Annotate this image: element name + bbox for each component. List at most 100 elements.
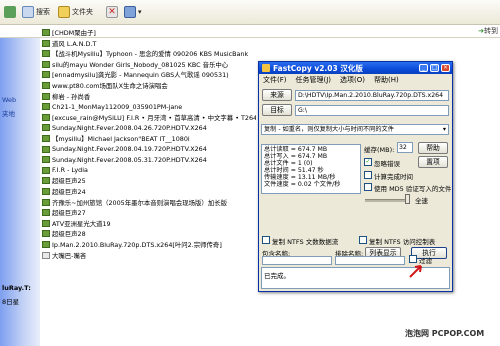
speed-slider-thumb[interactable] xyxy=(405,194,410,204)
file-name: 道风 L.A.N.D.T xyxy=(52,39,97,48)
search-button[interactable]: 搜索 xyxy=(22,4,50,19)
left-pane-text-2[interactable]: 夹地 xyxy=(2,108,15,118)
app-icon xyxy=(262,64,270,72)
go-button[interactable]: ➔转到 xyxy=(478,26,498,36)
file-name: 超级巨声25 xyxy=(52,177,86,186)
file-list-item[interactable]: 柳岩 - 孙尚香 xyxy=(42,92,256,101)
file-list-item[interactable]: Ip.Man.2.2010.BluRay.720p.DTS.x264[叶问2.宗… xyxy=(42,240,256,249)
file-name: www.pt80.com场面队X生命之诗演唱会 xyxy=(52,82,168,90)
details-text-2: 8日星 xyxy=(2,298,20,306)
video-folder-icon xyxy=(42,241,50,248)
ntfs-stream-checkbox[interactable] xyxy=(262,236,270,244)
video-folder-icon xyxy=(42,135,50,142)
file-list-item[interactable]: Sunday.Night.Fever.2008.05.31.720P.HDTV.… xyxy=(42,155,256,164)
menu-file[interactable]: 文件(F) xyxy=(263,75,287,85)
ntfs-acl-checkbox[interactable] xyxy=(359,236,367,244)
file-list-item[interactable]: 超级巨声27 xyxy=(42,208,256,217)
move-to-button[interactable]: ✕ xyxy=(106,4,118,19)
file-name: ATV亚洲星光大道19 xyxy=(52,219,111,228)
filter-checkbox[interactable] xyxy=(409,255,417,263)
video-folder-icon xyxy=(42,166,50,174)
ignore-errors-checkbox[interactable]: ✓ xyxy=(364,158,372,166)
file-name: 大嘴巴-嘴吝 xyxy=(52,251,87,260)
info-read: 总计读取 = 674.7 MB xyxy=(264,146,328,153)
video-folder-icon xyxy=(42,177,50,185)
left-pane-text-1[interactable]: Web xyxy=(2,96,16,104)
file-name: 齐豫乐~加州旅馆（2005年墨尔本音则演唱会现场版）加长版 xyxy=(52,198,227,207)
file-list-item[interactable]: 齐豫乐~加州旅馆（2005年墨尔本音则演唱会现场版）加长版 xyxy=(42,198,256,207)
folders-button[interactable]: 文件夹 xyxy=(58,4,93,19)
file-list-item[interactable]: Ch21-1_MonMay112009_035901PM-jane xyxy=(42,102,256,111)
help-button[interactable]: 帮助 xyxy=(418,142,448,154)
estimate-label: 计算完成时间 xyxy=(374,173,413,181)
watermark: 泡泡网 PCPOP.COM xyxy=(405,329,485,338)
buffer-size-field[interactable]: 32 xyxy=(397,142,413,153)
file-name: Ch21-1_MonMay112009_035901PM-jane xyxy=(52,102,183,111)
menu-job[interactable]: 任务管理(J) xyxy=(296,75,332,85)
file-name: Ip.Man.2.2010.BluRay.720p.DTS.x264[叶问2.宗… xyxy=(52,241,222,249)
close-button[interactable]: × xyxy=(441,64,450,72)
explorer-toolbar: 搜索 文件夹 ✕ ▾ xyxy=(0,0,500,25)
file-list-item[interactable]: Sunday.Night.Fever.2008.04.26.720P.HDTV.… xyxy=(42,123,256,132)
menu-options[interactable]: 选项(O) xyxy=(340,75,365,85)
video-folder-icon xyxy=(42,103,50,111)
file-list-item[interactable]: 道风 L.A.N.D.T xyxy=(42,39,256,48)
exclude-field[interactable] xyxy=(335,256,405,265)
back-button[interactable] xyxy=(4,4,16,19)
file-list-item[interactable]: 【mysiliu】Michael Jackson"BEAT IT__1080i xyxy=(42,134,256,143)
views-button[interactable]: ▾ xyxy=(124,4,142,19)
speed-slider-track[interactable] xyxy=(365,199,409,202)
file-list-item[interactable]: Sunday.Night.Fever.2008.04.19.720P.HDTV.… xyxy=(42,145,256,154)
video-folder-icon xyxy=(42,92,50,100)
md5-verify-checkbox[interactable] xyxy=(364,183,372,191)
views-icon xyxy=(124,5,136,18)
minimize-button[interactable]: _ xyxy=(419,64,428,72)
ntfs-acl-label: 复制 NTFS 访问控制表 xyxy=(369,238,436,246)
file-name: silu的mayu Wonder Girls_Nobody_081025 KBC… xyxy=(52,60,229,69)
video-folder-icon xyxy=(42,209,50,217)
details-text-1: luRay.T: xyxy=(2,284,31,292)
folder-icon xyxy=(58,5,70,18)
estimate-checkbox[interactable] xyxy=(364,171,372,179)
file-list-item[interactable]: [ennadmysilu]龚光影 - Mannequin GBS人气歌谣 090… xyxy=(42,70,256,79)
video-folder-icon xyxy=(42,230,50,238)
window-title: FastCopy v2.03 汉化版 xyxy=(273,64,363,73)
maximize-button[interactable]: □ xyxy=(430,64,439,72)
file-list-item[interactable]: 大嘴巴-嘴吝 xyxy=(42,251,256,260)
status-text: 已完成。 xyxy=(264,272,290,280)
source-path-field[interactable]: D:\HDTV\Ip.Man.2.2010.BluRay.720p.DTS.x2… xyxy=(295,90,449,101)
file-list-item[interactable]: 超级巨声25 xyxy=(42,176,256,185)
file-list-item[interactable]: ATV亚洲星光大道19 xyxy=(42,219,256,228)
title-bar[interactable]: FastCopy v2.03 汉化版 _ □ × xyxy=(259,62,452,74)
file-name: F.I.R - Lydia xyxy=(52,166,88,175)
file-list-item[interactable]: [excuse_rain@MySiLU] F.I.R • 月牙湾 • 首草高清 … xyxy=(42,113,256,122)
file-list-item[interactable]: 【战斗机Mysiliu】Typhoon - 思念的爱情 090206 KBS M… xyxy=(42,49,256,58)
video-folder-icon xyxy=(42,198,50,206)
file-name: [ennadmysilu]龚光影 - Mannequin GBS人气歌谣 090… xyxy=(52,71,229,80)
include-field[interactable] xyxy=(262,256,332,265)
target-button[interactable]: 目标 xyxy=(262,104,292,116)
menu-help[interactable]: 帮助(H) xyxy=(374,75,399,85)
search-label: 搜索 xyxy=(36,7,50,16)
file-list-item[interactable]: [CHDM聚由子] xyxy=(42,28,256,37)
source-button[interactable]: 来源 xyxy=(262,89,292,101)
go-label: 转到 xyxy=(484,27,498,35)
file-list-item[interactable]: silu的mayu Wonder Girls_Nobody_081025 KBC… xyxy=(42,60,256,69)
file-list-item[interactable]: www.pt80.com场面队X生命之诗演唱会 xyxy=(42,81,256,90)
info-file-speed: 文件速度 = 0.02 个文件/秒 xyxy=(264,181,341,188)
target-path-field[interactable]: G:\ xyxy=(295,105,449,116)
file-list-item[interactable]: F.I.R - Lydia xyxy=(42,166,256,175)
info-write: 总计写入 = 674.7 MB xyxy=(264,153,328,160)
delete-icon: ✕ xyxy=(106,5,118,18)
copy-mode-select[interactable]: 复制 - 如重名，则仅复制大小与时间不同的文件 ▾ xyxy=(261,124,449,135)
video-folder-icon xyxy=(42,50,50,58)
file-list-item[interactable]: 超级巨声24 xyxy=(42,187,256,196)
ignore-errors-label: 忽略错误 xyxy=(374,160,400,168)
video-folder-icon xyxy=(42,39,50,47)
video-folder-icon xyxy=(42,71,50,79)
settings-button[interactable]: 置项 xyxy=(418,156,448,168)
video-folder-icon xyxy=(42,113,50,121)
video-folder-icon xyxy=(42,60,50,68)
file-name: 柳岩 - 孙尚香 xyxy=(52,92,91,101)
file-list-item[interactable]: 超级巨声28 xyxy=(42,229,256,238)
